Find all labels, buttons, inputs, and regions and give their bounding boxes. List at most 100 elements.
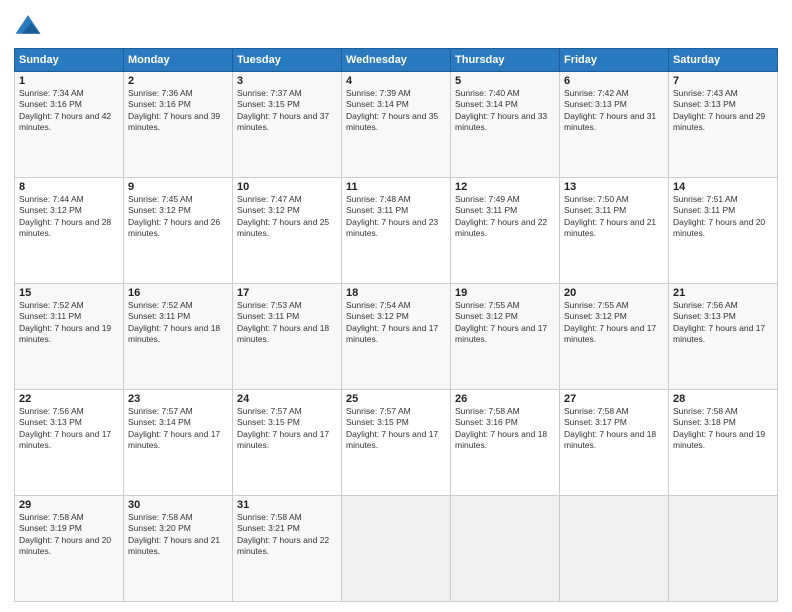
day-number: 28	[673, 393, 773, 405]
day-info: Sunrise: 7:57 AMSunset: 3:15 PMDaylight:…	[346, 406, 446, 452]
page: SundayMondayTuesdayWednesdayThursdayFrid…	[0, 0, 792, 612]
calendar-day-31: 31Sunrise: 7:58 AMSunset: 3:21 PMDayligh…	[233, 496, 342, 602]
day-info: Sunrise: 7:55 AMSunset: 3:12 PMDaylight:…	[564, 300, 664, 346]
day-number: 3	[237, 75, 337, 87]
calendar-day-14: 14Sunrise: 7:51 AMSunset: 3:11 PMDayligh…	[669, 178, 778, 284]
day-info: Sunrise: 7:49 AMSunset: 3:11 PMDaylight:…	[455, 194, 555, 240]
day-info: Sunrise: 7:44 AMSunset: 3:12 PMDaylight:…	[19, 194, 119, 240]
day-number: 29	[19, 499, 119, 511]
day-number: 2	[128, 75, 228, 87]
calendar-day-25: 25Sunrise: 7:57 AMSunset: 3:15 PMDayligh…	[342, 390, 451, 496]
calendar-day-29: 29Sunrise: 7:58 AMSunset: 3:19 PMDayligh…	[15, 496, 124, 602]
day-number: 15	[19, 287, 119, 299]
day-info: Sunrise: 7:37 AMSunset: 3:15 PMDaylight:…	[237, 88, 337, 134]
calendar-day-19: 19Sunrise: 7:55 AMSunset: 3:12 PMDayligh…	[451, 284, 560, 390]
day-info: Sunrise: 7:58 AMSunset: 3:20 PMDaylight:…	[128, 512, 228, 558]
calendar-day-23: 23Sunrise: 7:57 AMSunset: 3:14 PMDayligh…	[124, 390, 233, 496]
day-header-monday: Monday	[124, 49, 233, 72]
day-number: 1	[19, 75, 119, 87]
day-info: Sunrise: 7:45 AMSunset: 3:12 PMDaylight:…	[128, 194, 228, 240]
day-number: 16	[128, 287, 228, 299]
calendar-day-28: 28Sunrise: 7:58 AMSunset: 3:18 PMDayligh…	[669, 390, 778, 496]
day-info: Sunrise: 7:52 AMSunset: 3:11 PMDaylight:…	[128, 300, 228, 346]
day-info: Sunrise: 7:55 AMSunset: 3:12 PMDaylight:…	[455, 300, 555, 346]
day-number: 17	[237, 287, 337, 299]
calendar-day-20: 20Sunrise: 7:55 AMSunset: 3:12 PMDayligh…	[560, 284, 669, 390]
day-info: Sunrise: 7:52 AMSunset: 3:11 PMDaylight:…	[19, 300, 119, 346]
day-info: Sunrise: 7:58 AMSunset: 3:21 PMDaylight:…	[237, 512, 337, 558]
day-info: Sunrise: 7:50 AMSunset: 3:11 PMDaylight:…	[564, 194, 664, 240]
calendar-cell	[669, 496, 778, 602]
day-info: Sunrise: 7:47 AMSunset: 3:12 PMDaylight:…	[237, 194, 337, 240]
day-header-friday: Friday	[560, 49, 669, 72]
day-number: 30	[128, 499, 228, 511]
calendar-day-10: 10Sunrise: 7:47 AMSunset: 3:12 PMDayligh…	[233, 178, 342, 284]
header	[14, 12, 778, 40]
day-number: 27	[564, 393, 664, 405]
calendar: SundayMondayTuesdayWednesdayThursdayFrid…	[14, 48, 778, 602]
day-number: 24	[237, 393, 337, 405]
calendar-day-22: 22Sunrise: 7:56 AMSunset: 3:13 PMDayligh…	[15, 390, 124, 496]
day-number: 10	[237, 181, 337, 193]
day-info: Sunrise: 7:58 AMSunset: 3:19 PMDaylight:…	[19, 512, 119, 558]
calendar-week-1: 1Sunrise: 7:34 AMSunset: 3:16 PMDaylight…	[15, 72, 778, 178]
calendar-day-4: 4Sunrise: 7:39 AMSunset: 3:14 PMDaylight…	[342, 72, 451, 178]
day-number: 12	[455, 181, 555, 193]
day-info: Sunrise: 7:39 AMSunset: 3:14 PMDaylight:…	[346, 88, 446, 134]
calendar-day-13: 13Sunrise: 7:50 AMSunset: 3:11 PMDayligh…	[560, 178, 669, 284]
day-number: 23	[128, 393, 228, 405]
calendar-day-27: 27Sunrise: 7:58 AMSunset: 3:17 PMDayligh…	[560, 390, 669, 496]
day-number: 19	[455, 287, 555, 299]
day-number: 25	[346, 393, 446, 405]
calendar-day-24: 24Sunrise: 7:57 AMSunset: 3:15 PMDayligh…	[233, 390, 342, 496]
calendar-cell	[451, 496, 560, 602]
day-header-saturday: Saturday	[669, 49, 778, 72]
calendar-week-2: 8Sunrise: 7:44 AMSunset: 3:12 PMDaylight…	[15, 178, 778, 284]
day-header-wednesday: Wednesday	[342, 49, 451, 72]
day-info: Sunrise: 7:36 AMSunset: 3:16 PMDaylight:…	[128, 88, 228, 134]
calendar-header-row: SundayMondayTuesdayWednesdayThursdayFrid…	[15, 49, 778, 72]
calendar-day-21: 21Sunrise: 7:56 AMSunset: 3:13 PMDayligh…	[669, 284, 778, 390]
calendar-day-18: 18Sunrise: 7:54 AMSunset: 3:12 PMDayligh…	[342, 284, 451, 390]
day-info: Sunrise: 7:58 AMSunset: 3:18 PMDaylight:…	[673, 406, 773, 452]
calendar-day-9: 9Sunrise: 7:45 AMSunset: 3:12 PMDaylight…	[124, 178, 233, 284]
day-info: Sunrise: 7:53 AMSunset: 3:11 PMDaylight:…	[237, 300, 337, 346]
calendar-cell	[342, 496, 451, 602]
day-info: Sunrise: 7:56 AMSunset: 3:13 PMDaylight:…	[673, 300, 773, 346]
day-info: Sunrise: 7:58 AMSunset: 3:16 PMDaylight:…	[455, 406, 555, 452]
day-number: 4	[346, 75, 446, 87]
day-number: 20	[564, 287, 664, 299]
day-number: 11	[346, 181, 446, 193]
calendar-cell	[560, 496, 669, 602]
calendar-day-2: 2Sunrise: 7:36 AMSunset: 3:16 PMDaylight…	[124, 72, 233, 178]
day-info: Sunrise: 7:57 AMSunset: 3:15 PMDaylight:…	[237, 406, 337, 452]
day-number: 9	[128, 181, 228, 193]
logo-icon	[14, 12, 42, 40]
calendar-day-12: 12Sunrise: 7:49 AMSunset: 3:11 PMDayligh…	[451, 178, 560, 284]
day-info: Sunrise: 7:56 AMSunset: 3:13 PMDaylight:…	[19, 406, 119, 452]
day-header-thursday: Thursday	[451, 49, 560, 72]
calendar-day-16: 16Sunrise: 7:52 AMSunset: 3:11 PMDayligh…	[124, 284, 233, 390]
calendar-week-4: 22Sunrise: 7:56 AMSunset: 3:13 PMDayligh…	[15, 390, 778, 496]
day-number: 6	[564, 75, 664, 87]
calendar-week-5: 29Sunrise: 7:58 AMSunset: 3:19 PMDayligh…	[15, 496, 778, 602]
day-header-sunday: Sunday	[15, 49, 124, 72]
calendar-week-3: 15Sunrise: 7:52 AMSunset: 3:11 PMDayligh…	[15, 284, 778, 390]
day-number: 26	[455, 393, 555, 405]
calendar-day-17: 17Sunrise: 7:53 AMSunset: 3:11 PMDayligh…	[233, 284, 342, 390]
day-number: 14	[673, 181, 773, 193]
day-number: 22	[19, 393, 119, 405]
day-number: 8	[19, 181, 119, 193]
day-number: 31	[237, 499, 337, 511]
calendar-day-3: 3Sunrise: 7:37 AMSunset: 3:15 PMDaylight…	[233, 72, 342, 178]
calendar-day-30: 30Sunrise: 7:58 AMSunset: 3:20 PMDayligh…	[124, 496, 233, 602]
day-info: Sunrise: 7:54 AMSunset: 3:12 PMDaylight:…	[346, 300, 446, 346]
calendar-day-7: 7Sunrise: 7:43 AMSunset: 3:13 PMDaylight…	[669, 72, 778, 178]
day-number: 13	[564, 181, 664, 193]
day-number: 18	[346, 287, 446, 299]
calendar-day-26: 26Sunrise: 7:58 AMSunset: 3:16 PMDayligh…	[451, 390, 560, 496]
day-info: Sunrise: 7:48 AMSunset: 3:11 PMDaylight:…	[346, 194, 446, 240]
day-info: Sunrise: 7:40 AMSunset: 3:14 PMDaylight:…	[455, 88, 555, 134]
day-number: 5	[455, 75, 555, 87]
day-info: Sunrise: 7:34 AMSunset: 3:16 PMDaylight:…	[19, 88, 119, 134]
